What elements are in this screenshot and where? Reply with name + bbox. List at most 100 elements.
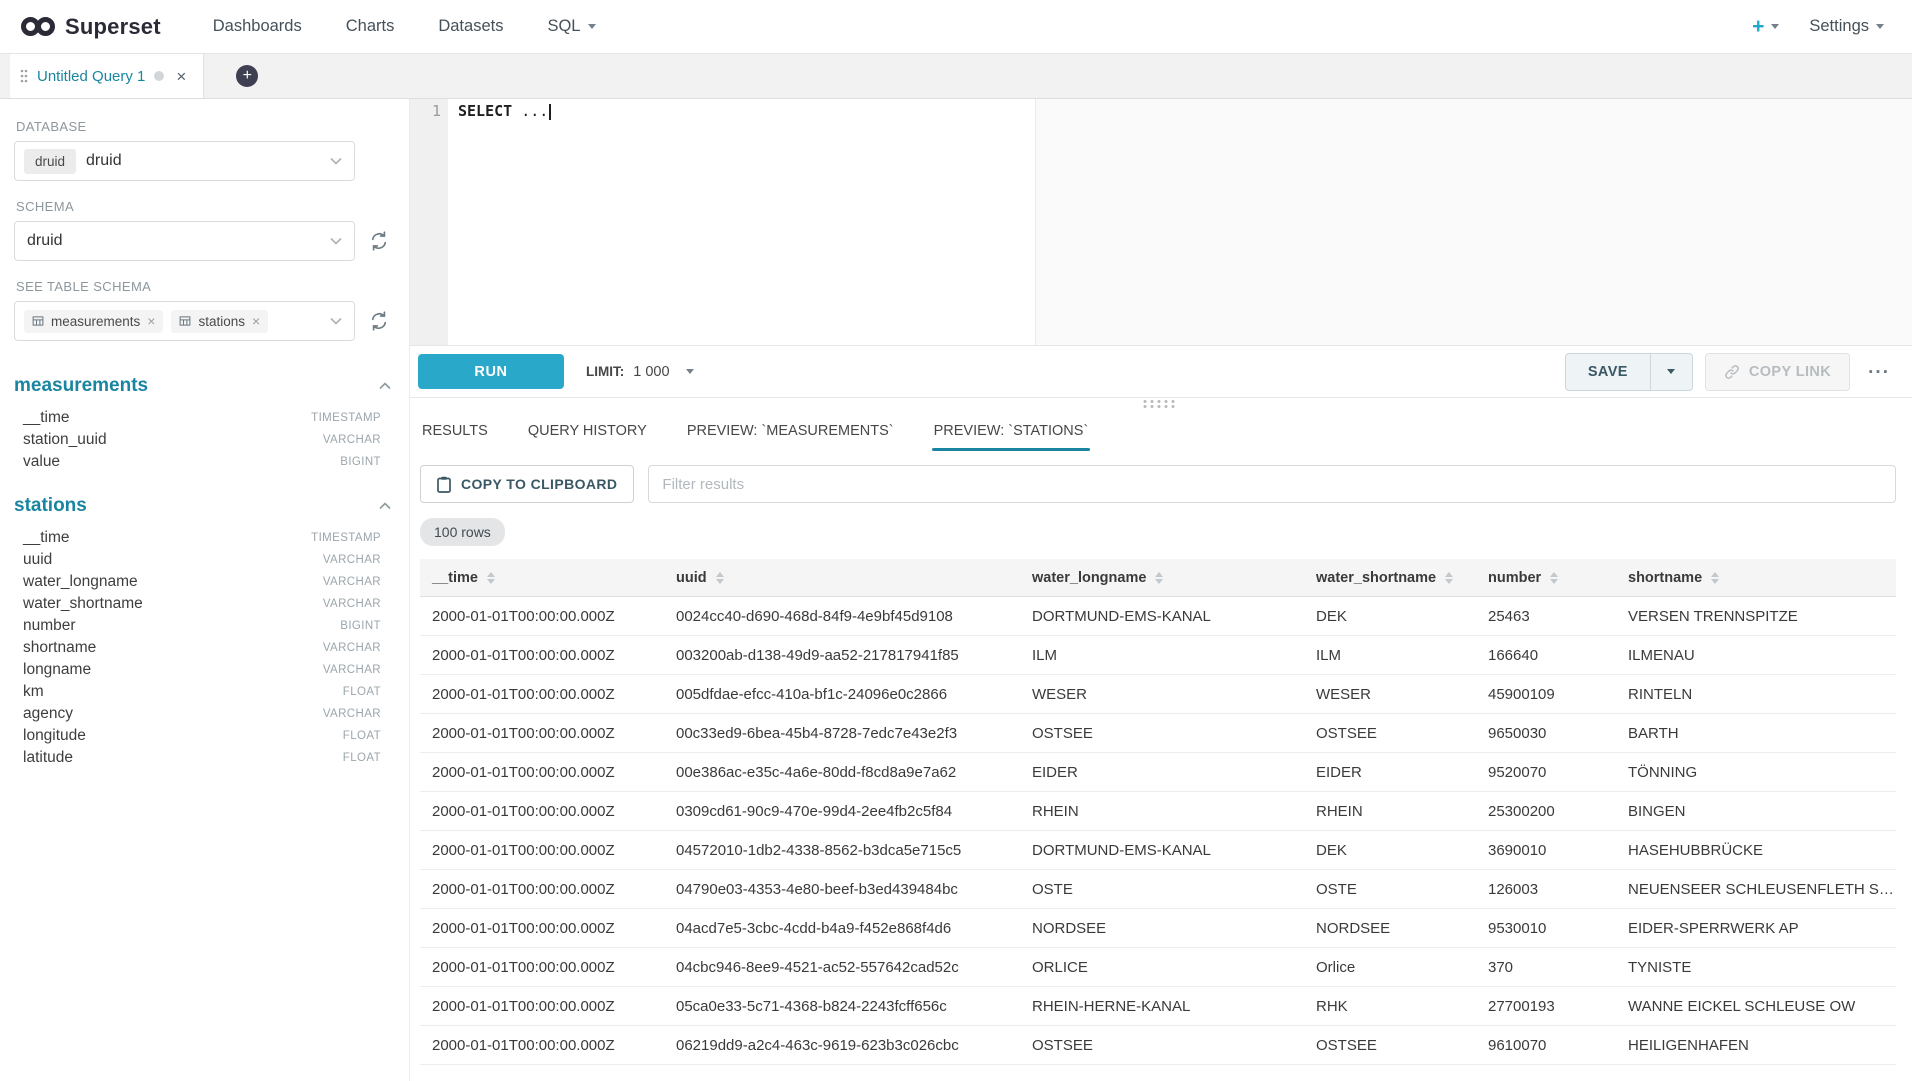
cell-uuid: 06219dd9-a2c4-463c-9619-623b3c026cbc xyxy=(664,1037,1020,1054)
table-row[interactable]: 2000-01-01T00:00:00.000Z 04572010-1db2-4… xyxy=(420,831,1896,870)
table-row[interactable]: 2000-01-01T00:00:00.000Z 00e386ac-e35c-4… xyxy=(420,753,1896,792)
cell-water-shortname: OSTSEE xyxy=(1304,1037,1476,1054)
nav-item-dashboards[interactable]: Dashboards xyxy=(213,17,302,36)
table-row[interactable]: 2000-01-01T00:00:00.000Z 0309cd61-90c9-4… xyxy=(420,792,1896,831)
tab-preview-stations[interactable]: PREVIEW: `STATIONS` xyxy=(932,417,1091,451)
editor-toolbar: RUN LIMIT: 1 000 SAVE COPY LINK xyxy=(410,346,1912,398)
chevron-down-icon xyxy=(1667,369,1675,374)
cell-water-longname: WESER xyxy=(1020,686,1304,703)
column-type: TIMESTAMP xyxy=(311,532,381,544)
column-type: BIGINT xyxy=(340,620,381,632)
cell-time: 2000-01-01T00:00:00.000Z xyxy=(420,920,664,937)
run-button[interactable]: RUN xyxy=(418,354,564,389)
column-header[interactable]: water_shortname xyxy=(1304,570,1476,586)
cell-shortname: HASEHUBBRÜCKE xyxy=(1616,842,1896,859)
pane-resize-handle[interactable] xyxy=(410,398,1912,411)
table-row[interactable]: 2000-01-01T00:00:00.000Z 06219dd9-a2c4-4… xyxy=(420,1026,1896,1065)
nav-item-datasets[interactable]: Datasets xyxy=(438,17,503,36)
cell-uuid: 00e386ac-e35c-4a6e-80dd-f8cd8a9e7a62 xyxy=(664,764,1020,781)
copy-link-button[interactable]: COPY LINK xyxy=(1705,353,1850,391)
add-tab-button[interactable]: + xyxy=(236,65,258,87)
infinity-logo-icon xyxy=(20,16,56,37)
table-row[interactable]: 2000-01-01T00:00:00.000Z 003200ab-d138-4… xyxy=(420,636,1896,675)
sort-icon[interactable] xyxy=(716,572,724,584)
cell-uuid: 04572010-1db2-4338-8562-b3dca5e715c5 xyxy=(664,842,1020,859)
chevron-up-icon[interactable] xyxy=(379,382,391,390)
schema-column-row: __time TIMESTAMP xyxy=(14,527,391,549)
table-row[interactable]: 2000-01-01T00:00:00.000Z 05ca0e33-5c71-4… xyxy=(420,987,1896,1026)
schema-column-row: longitude FLOAT xyxy=(14,725,391,747)
cell-shortname: TÖNNING xyxy=(1616,764,1896,781)
sort-icon[interactable] xyxy=(1155,572,1163,584)
table-row[interactable]: 2000-01-01T00:00:00.000Z 0024cc40-d690-4… xyxy=(420,597,1896,636)
table-row[interactable]: 2000-01-01T00:00:00.000Z 00c33ed9-6bea-4… xyxy=(420,714,1896,753)
cell-water-shortname: ILM xyxy=(1304,647,1476,664)
nav-item-sql[interactable]: SQL xyxy=(547,17,595,36)
cell-time: 2000-01-01T00:00:00.000Z xyxy=(420,881,664,898)
column-header[interactable]: __time xyxy=(420,570,664,586)
cell-time: 2000-01-01T00:00:00.000Z xyxy=(420,959,664,976)
schema-select[interactable]: druid xyxy=(14,221,355,261)
cell-water-shortname: RHEIN xyxy=(1304,803,1476,820)
tab-preview-measurements[interactable]: PREVIEW: `MEASUREMENTS` xyxy=(685,417,896,451)
column-header[interactable]: number xyxy=(1476,570,1616,586)
superset-logo[interactable]: Superset xyxy=(20,14,161,40)
table-row[interactable]: 2000-01-01T00:00:00.000Z 04acd7e5-3cbc-4… xyxy=(420,909,1896,948)
settings-menu[interactable]: Settings xyxy=(1809,17,1884,36)
sql-editor[interactable]: 1 SELECT ... xyxy=(410,99,1912,346)
nav-item-charts[interactable]: Charts xyxy=(346,17,395,36)
table-measurements-header[interactable]: measurements xyxy=(14,375,391,397)
cell-uuid: 005dfdae-efcc-410a-bf1c-24096e0c2866 xyxy=(664,686,1020,703)
cell-time: 2000-01-01T00:00:00.000Z xyxy=(420,725,664,742)
navbar: Superset Dashboards Charts Datasets SQL … xyxy=(0,0,1912,54)
column-header[interactable]: uuid xyxy=(664,570,1020,586)
more-actions-button[interactable]: ... xyxy=(1862,357,1896,387)
table-schema-select[interactable]: measurements × stations × xyxy=(14,301,355,341)
limit-dropdown[interactable]: LIMIT: 1 000 xyxy=(586,364,694,380)
schema-column-row: water_longname VARCHAR xyxy=(14,571,391,593)
column-header[interactable]: water_longname xyxy=(1020,570,1304,586)
filter-results-input[interactable] xyxy=(648,465,1896,503)
refresh-schema-icon[interactable] xyxy=(367,229,391,253)
cell-number: 9610070 xyxy=(1476,1037,1616,1054)
refresh-tables-icon[interactable] xyxy=(367,309,391,333)
column-name: shortname xyxy=(23,639,96,657)
tab-results[interactable]: RESULTS xyxy=(420,417,490,451)
column-name: longname xyxy=(23,661,91,679)
column-header[interactable]: shortname xyxy=(1616,570,1896,586)
table-row[interactable]: 2000-01-01T00:00:00.000Z 005dfdae-efcc-4… xyxy=(420,675,1896,714)
column-type: VARCHAR xyxy=(323,554,381,566)
cell-water-shortname: NORDSEE xyxy=(1304,920,1476,937)
remove-table-icon[interactable]: × xyxy=(147,314,155,328)
cell-shortname: ILMENAU xyxy=(1616,647,1896,664)
table-row[interactable]: 2000-01-01T00:00:00.000Z 04790e03-4353-4… xyxy=(420,870,1896,909)
sql-code[interactable]: SELECT ... xyxy=(448,99,551,345)
sort-icon[interactable] xyxy=(487,572,495,584)
remove-table-icon[interactable]: × xyxy=(252,314,260,328)
chevron-up-icon[interactable] xyxy=(379,502,391,510)
sort-icon[interactable] xyxy=(1550,572,1558,584)
table-tag[interactable]: measurements × xyxy=(24,310,163,333)
copy-to-clipboard-button[interactable]: COPY TO CLIPBOARD xyxy=(420,465,634,503)
query-tab-active[interactable]: Untitled Query 1 × xyxy=(10,54,204,98)
close-tab-icon[interactable]: × xyxy=(173,66,189,87)
column-name: water_longname xyxy=(23,573,138,591)
table-stations-header[interactable]: stations xyxy=(14,495,391,517)
new-item-button[interactable]: + xyxy=(1752,16,1779,37)
plus-icon: + xyxy=(1752,16,1764,37)
column-name: water_shortname xyxy=(23,595,143,613)
cell-shortname: NEUENSEER SCHLEUSENFLETH SIEL xyxy=(1616,881,1896,898)
save-dropdown-button[interactable] xyxy=(1651,353,1693,391)
drag-handle-icon[interactable] xyxy=(20,68,28,84)
sort-icon[interactable] xyxy=(1711,572,1719,584)
drag-dots-icon xyxy=(1144,400,1179,410)
cell-shortname: EIDER-SPERRWERK AP xyxy=(1616,920,1896,937)
table-tag[interactable]: stations × xyxy=(171,310,268,333)
tab-query-history[interactable]: QUERY HISTORY xyxy=(526,417,649,451)
chevron-down-icon xyxy=(1771,24,1779,29)
database-select[interactable]: druid druid xyxy=(14,141,355,181)
schema-column-row: number BIGINT xyxy=(14,615,391,637)
save-button[interactable]: SAVE xyxy=(1565,353,1651,391)
table-row[interactable]: 2000-01-01T00:00:00.000Z 04cbc946-8ee9-4… xyxy=(420,948,1896,987)
sort-icon[interactable] xyxy=(1445,572,1453,584)
